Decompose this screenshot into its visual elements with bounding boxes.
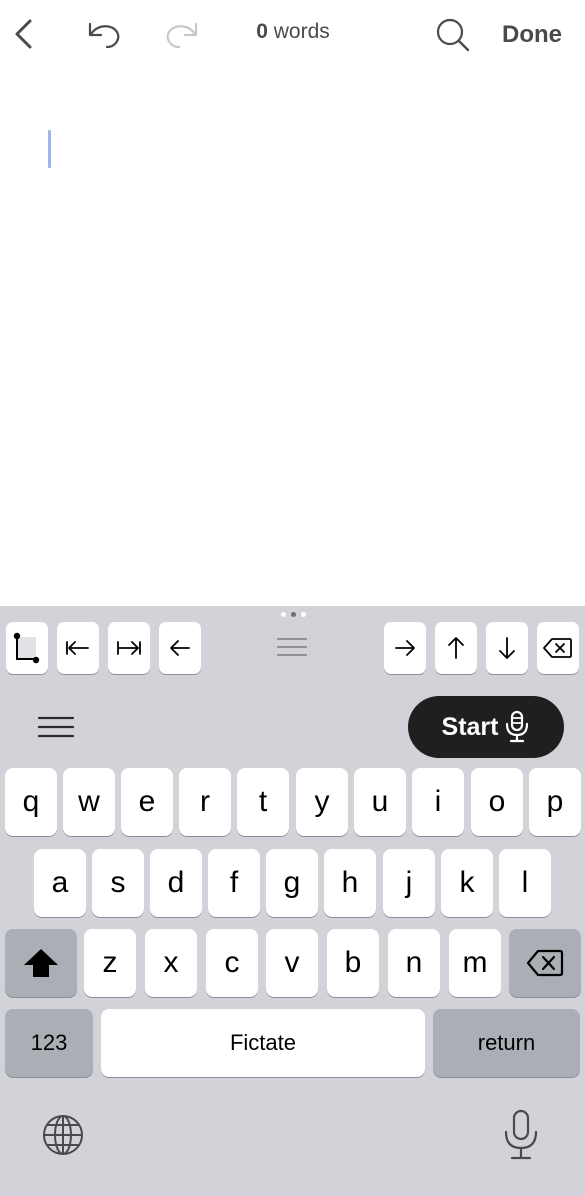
delete-icon bbox=[543, 638, 572, 658]
text-caret bbox=[48, 130, 51, 168]
key-d[interactable]: d bbox=[150, 849, 202, 917]
backspace-key[interactable] bbox=[509, 929, 581, 997]
undo-button[interactable] bbox=[84, 16, 124, 54]
arrow-right-button[interactable] bbox=[384, 622, 426, 674]
key-y[interactable]: y bbox=[296, 768, 348, 836]
word-count-label: words bbox=[273, 20, 330, 43]
move-line-end-button[interactable] bbox=[108, 622, 150, 674]
search-button[interactable] bbox=[432, 14, 474, 56]
menu-icon[interactable] bbox=[36, 714, 76, 740]
key-i[interactable]: i bbox=[412, 768, 464, 836]
keyboard-grabber[interactable] bbox=[278, 612, 308, 620]
arrow-up-icon bbox=[448, 637, 464, 659]
chevron-left-icon bbox=[15, 19, 32, 49]
key-t[interactable]: t bbox=[237, 768, 289, 836]
key-z[interactable]: z bbox=[84, 929, 136, 997]
key-k[interactable]: k bbox=[441, 849, 493, 917]
key-b[interactable]: b bbox=[327, 929, 379, 997]
shift-key[interactable] bbox=[5, 929, 77, 997]
dictation-mic-icon[interactable] bbox=[500, 1108, 542, 1162]
backspace-icon bbox=[526, 949, 564, 977]
arrow-up-button[interactable] bbox=[435, 622, 477, 674]
shift-icon bbox=[24, 949, 58, 977]
key-m[interactable]: m bbox=[449, 929, 501, 997]
magnifier-icon bbox=[436, 18, 470, 52]
start-dictation-button[interactable]: Start bbox=[408, 696, 564, 758]
back-button[interactable] bbox=[6, 14, 40, 54]
numbers-key[interactable]: 123 bbox=[5, 1009, 93, 1077]
delete-tool-button[interactable] bbox=[537, 622, 579, 674]
undo-icon bbox=[88, 22, 120, 49]
select-text-button[interactable] bbox=[6, 622, 48, 674]
key-q[interactable]: q bbox=[5, 768, 57, 836]
key-u[interactable]: u bbox=[354, 768, 406, 836]
key-s[interactable]: s bbox=[92, 849, 144, 917]
key-h[interactable]: h bbox=[324, 849, 376, 917]
key-c[interactable]: c bbox=[206, 929, 258, 997]
key-l[interactable]: l bbox=[499, 849, 551, 917]
space-key[interactable]: Fictate bbox=[101, 1009, 425, 1077]
key-f[interactable]: f bbox=[208, 849, 260, 917]
key-r[interactable]: r bbox=[179, 768, 231, 836]
key-p[interactable]: p bbox=[529, 768, 581, 836]
redo-button[interactable] bbox=[162, 16, 202, 54]
microphone-icon bbox=[506, 710, 529, 743]
key-v[interactable]: v bbox=[266, 929, 318, 997]
key-g[interactable]: g bbox=[266, 849, 318, 917]
arrow-down-button[interactable] bbox=[486, 622, 528, 674]
move-line-start-icon bbox=[66, 641, 89, 655]
arrow-down-icon bbox=[499, 637, 515, 659]
key-j[interactable]: j bbox=[383, 849, 435, 917]
top-bar: 0 words Done bbox=[0, 0, 585, 70]
arrow-left-icon bbox=[170, 640, 190, 656]
arrow-left-button[interactable] bbox=[159, 622, 201, 674]
start-label: Start bbox=[441, 712, 499, 741]
arrow-right-icon bbox=[395, 640, 415, 656]
key-n[interactable]: n bbox=[388, 929, 440, 997]
drag-handle-icon[interactable] bbox=[272, 634, 312, 660]
key-a[interactable]: a bbox=[34, 849, 86, 917]
redo-icon bbox=[166, 22, 198, 49]
key-x[interactable]: x bbox=[145, 929, 197, 997]
globe-icon[interactable] bbox=[40, 1112, 86, 1158]
word-count-number: 0 bbox=[256, 20, 268, 43]
select-text-icon bbox=[13, 632, 40, 664]
return-key[interactable]: return bbox=[433, 1009, 580, 1077]
key-e[interactable]: e bbox=[121, 768, 173, 836]
key-w[interactable]: w bbox=[63, 768, 115, 836]
keyboard: Start q w e r t y u i o p a s d f g h j … bbox=[0, 606, 585, 1196]
done-button[interactable]: Done bbox=[490, 14, 574, 56]
move-line-start-button[interactable] bbox=[57, 622, 99, 674]
key-o[interactable]: o bbox=[471, 768, 523, 836]
word-count: 0 words bbox=[236, 20, 350, 44]
move-line-end-icon bbox=[117, 641, 141, 655]
text-editor[interactable] bbox=[0, 70, 585, 606]
